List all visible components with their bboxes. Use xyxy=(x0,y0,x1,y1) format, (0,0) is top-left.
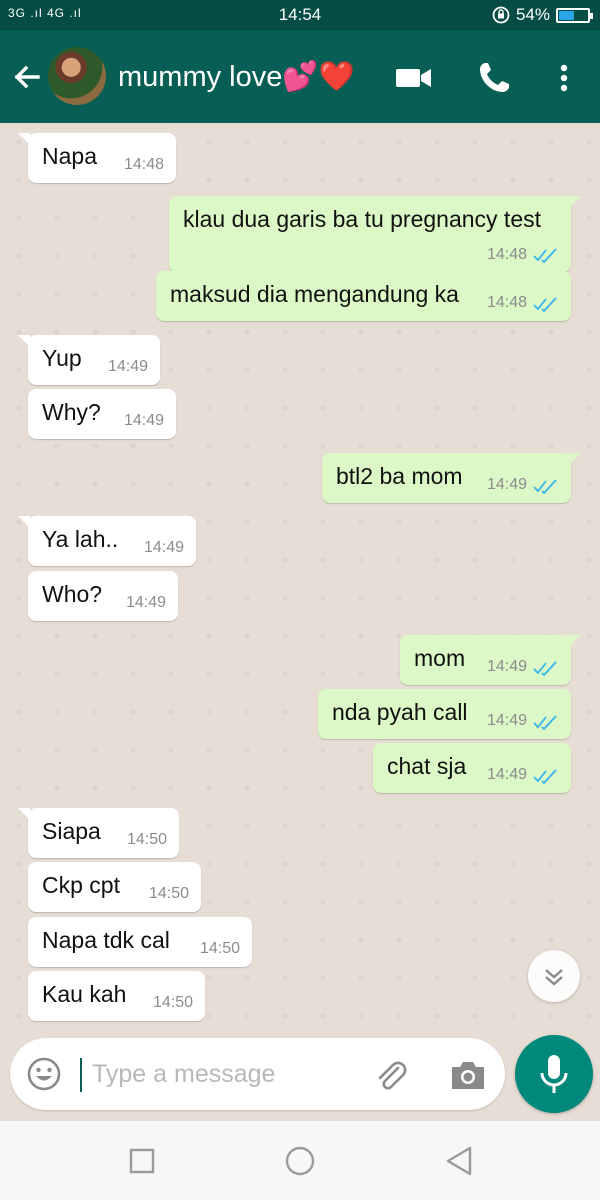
back-nav-icon[interactable] xyxy=(442,1143,478,1179)
message-text: Napa xyxy=(42,143,97,169)
message-time: 14:50 xyxy=(148,885,189,902)
message-time: 14:50 xyxy=(152,994,193,1011)
message-time: 14:49 xyxy=(486,476,527,493)
message-outgoing[interactable]: maksud dia mengandung ka 14:48 xyxy=(156,271,571,321)
message-time: 14:48 xyxy=(486,294,527,311)
message-incoming[interactable]: Why? 14:49 xyxy=(28,389,176,439)
read-ticks-icon xyxy=(533,769,557,784)
message-outgoing[interactable]: klau dua garis ba tu pregnancy test 14:4… xyxy=(169,196,581,272)
read-ticks-icon xyxy=(533,479,557,494)
chat-header: mummy love💕❤️ xyxy=(0,30,600,123)
message-incoming[interactable]: Who? 14:49 xyxy=(28,571,178,621)
battery-fill xyxy=(559,10,575,20)
scroll-to-bottom-button[interactable] xyxy=(528,950,580,1002)
contact-name[interactable]: mummy love💕❤️ xyxy=(118,60,355,94)
message-incoming[interactable]: Napa tdk cal 14:50 xyxy=(28,917,252,967)
recent-apps-icon[interactable] xyxy=(124,1143,160,1179)
read-ticks-icon xyxy=(533,248,557,263)
message-incoming[interactable]: Yup 14:49 xyxy=(18,335,160,385)
message-text: Ckp cpt xyxy=(42,872,120,898)
message-outgoing[interactable]: btl2 ba mom 14:49 xyxy=(322,453,581,503)
back-arrow-icon[interactable] xyxy=(10,60,44,94)
message-time: 14:49 xyxy=(107,358,148,375)
more-vert-icon[interactable] xyxy=(544,58,584,98)
message-time: 14:49 xyxy=(123,412,164,429)
message-outgoing[interactable]: nda pyah call 14:49 xyxy=(318,689,571,739)
message-time: 14:48 xyxy=(486,246,527,263)
paperclip-icon[interactable] xyxy=(372,1056,410,1094)
read-ticks-icon xyxy=(533,715,557,730)
message-time: 14:49 xyxy=(486,658,527,675)
home-icon[interactable] xyxy=(282,1143,318,1179)
message-text: Kau kah xyxy=(42,981,127,1007)
message-text: Siapa xyxy=(42,818,101,844)
status-right: 54% xyxy=(492,5,593,25)
system-navigation-bar xyxy=(0,1120,600,1200)
message-composer: Type a message xyxy=(10,1038,505,1110)
message-time: 14:48 xyxy=(123,156,164,173)
video-call-icon[interactable] xyxy=(394,58,434,98)
microphone-icon xyxy=(540,1055,568,1093)
message-incoming[interactable]: Ya lah.. 14:49 xyxy=(18,516,196,566)
message-text: Why? xyxy=(42,399,101,425)
message-text: Ya lah.. xyxy=(42,526,119,552)
rotation-lock-icon xyxy=(492,6,510,24)
message-text: chat sja xyxy=(387,753,467,779)
status-bar: 3G .ıl 4G .ıl 14:54 54% xyxy=(0,0,600,30)
message-input[interactable]: Type a message xyxy=(92,1060,275,1089)
emoji-icon[interactable] xyxy=(26,1056,62,1092)
chat-area[interactable]: Napa 14:48 klau dua garis ba tu pregnanc… xyxy=(0,123,600,1033)
message-time: 14:49 xyxy=(143,539,184,556)
message-text: maksud dia mengandung ka xyxy=(170,281,459,307)
message-time: 14:50 xyxy=(126,831,167,848)
message-text: btl2 ba mom xyxy=(336,463,463,489)
message-text: Yup xyxy=(42,345,82,371)
message-incoming[interactable]: Kau kah 14:50 xyxy=(28,971,205,1021)
message-time: 14:49 xyxy=(125,594,166,611)
double-chevron-down-icon xyxy=(545,969,563,986)
message-text: Who? xyxy=(42,581,103,607)
contact-avatar[interactable] xyxy=(48,47,106,105)
message-time: 14:49 xyxy=(486,712,527,729)
message-text: mom xyxy=(414,645,466,671)
message-text: klau dua garis ba tu pregnancy test xyxy=(183,206,542,232)
read-ticks-icon xyxy=(533,661,557,676)
battery-icon xyxy=(556,7,593,23)
message-incoming[interactable]: Ckp cpt 14:50 xyxy=(28,862,201,912)
message-text: Napa tdk cal xyxy=(42,927,170,953)
message-outgoing[interactable]: chat sja 14:49 xyxy=(373,743,571,793)
phone-icon[interactable] xyxy=(474,58,514,98)
message-time: 14:50 xyxy=(199,940,240,957)
battery-percent: 54% xyxy=(515,5,550,24)
message-incoming[interactable]: Siapa 14:50 xyxy=(18,808,179,858)
message-text: nda pyah call xyxy=(332,699,468,725)
message-time: 14:49 xyxy=(486,766,527,783)
text-caret xyxy=(80,1058,82,1092)
message-incoming[interactable]: Napa 14:48 xyxy=(18,133,176,183)
read-ticks-icon xyxy=(533,297,557,312)
voice-message-button[interactable] xyxy=(515,1035,593,1113)
camera-icon[interactable] xyxy=(448,1055,488,1095)
message-outgoing[interactable]: mom 14:49 xyxy=(400,635,581,685)
